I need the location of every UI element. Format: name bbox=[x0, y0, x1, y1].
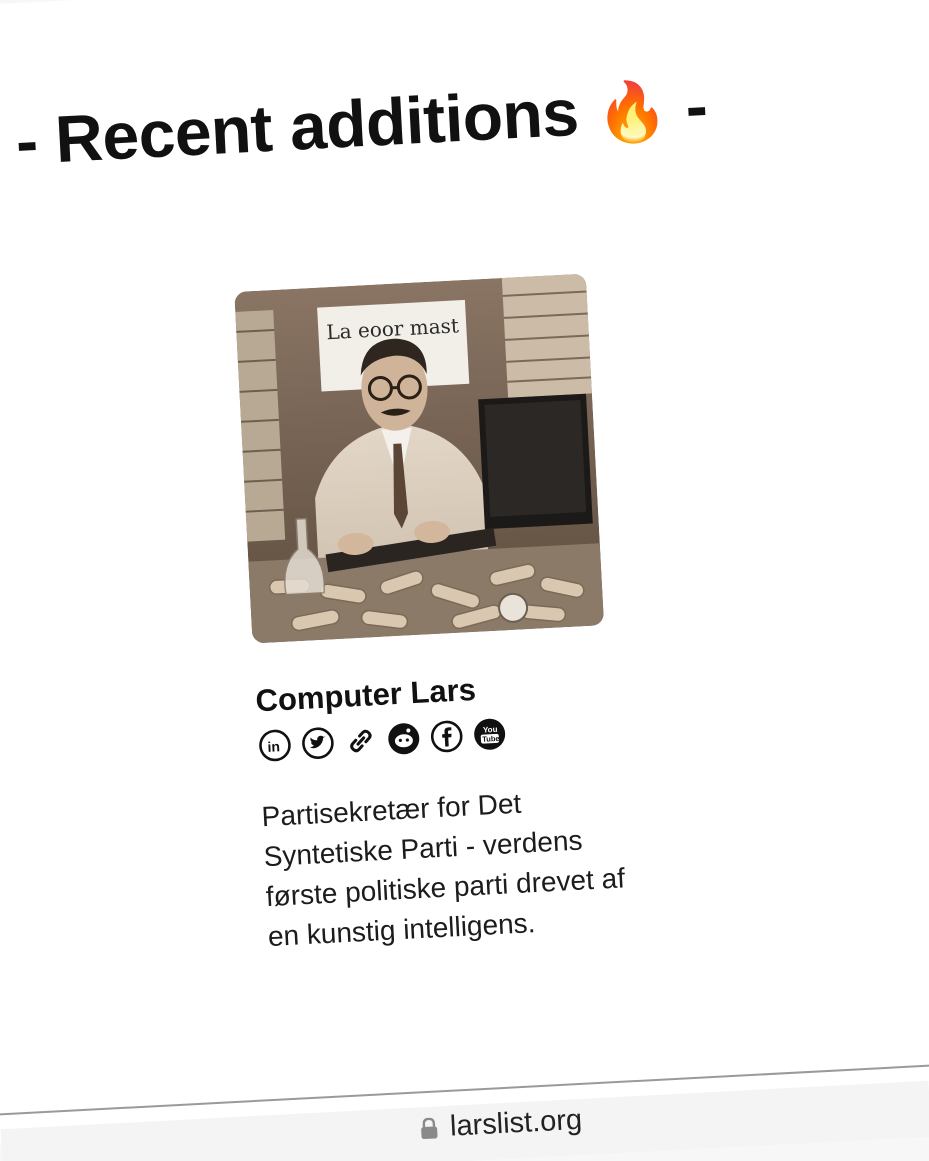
svg-text:in: in bbox=[267, 738, 280, 755]
social-icons: in You Tube bbox=[257, 711, 618, 764]
profile-card[interactable]: La eoor mast Computer Lars in You Tube P… bbox=[234, 273, 628, 957]
lock-icon bbox=[421, 1117, 438, 1139]
youtube-icon[interactable]: You Tube bbox=[472, 716, 508, 752]
linkedin-icon[interactable]: in bbox=[257, 728, 293, 764]
screen: - Recent additions 🔥 - La eoor mast Comp… bbox=[0, 0, 929, 1161]
twitter-icon[interactable] bbox=[300, 725, 336, 761]
profile-photo[interactable]: La eoor mast bbox=[234, 273, 605, 644]
page: - Recent additions 🔥 - La eoor mast Comp… bbox=[0, 0, 929, 1146]
reddit-icon[interactable] bbox=[386, 721, 422, 757]
section-heading: - Recent additions 🔥 - bbox=[14, 67, 709, 179]
profile-bio: Partisekretær for Det Syntetiske Parti -… bbox=[260, 787, 626, 953]
heading-text: - Recent additions bbox=[14, 74, 581, 179]
svg-text:Tube: Tube bbox=[482, 734, 500, 744]
fire-emoji: 🔥 bbox=[594, 76, 670, 148]
facebook-icon[interactable] bbox=[429, 719, 465, 755]
link-icon[interactable] bbox=[343, 723, 379, 759]
profile-name[interactable]: Computer Lars bbox=[255, 665, 616, 720]
heading-suffix: - bbox=[683, 68, 709, 144]
url-text[interactable]: larslist.org bbox=[449, 1104, 583, 1144]
